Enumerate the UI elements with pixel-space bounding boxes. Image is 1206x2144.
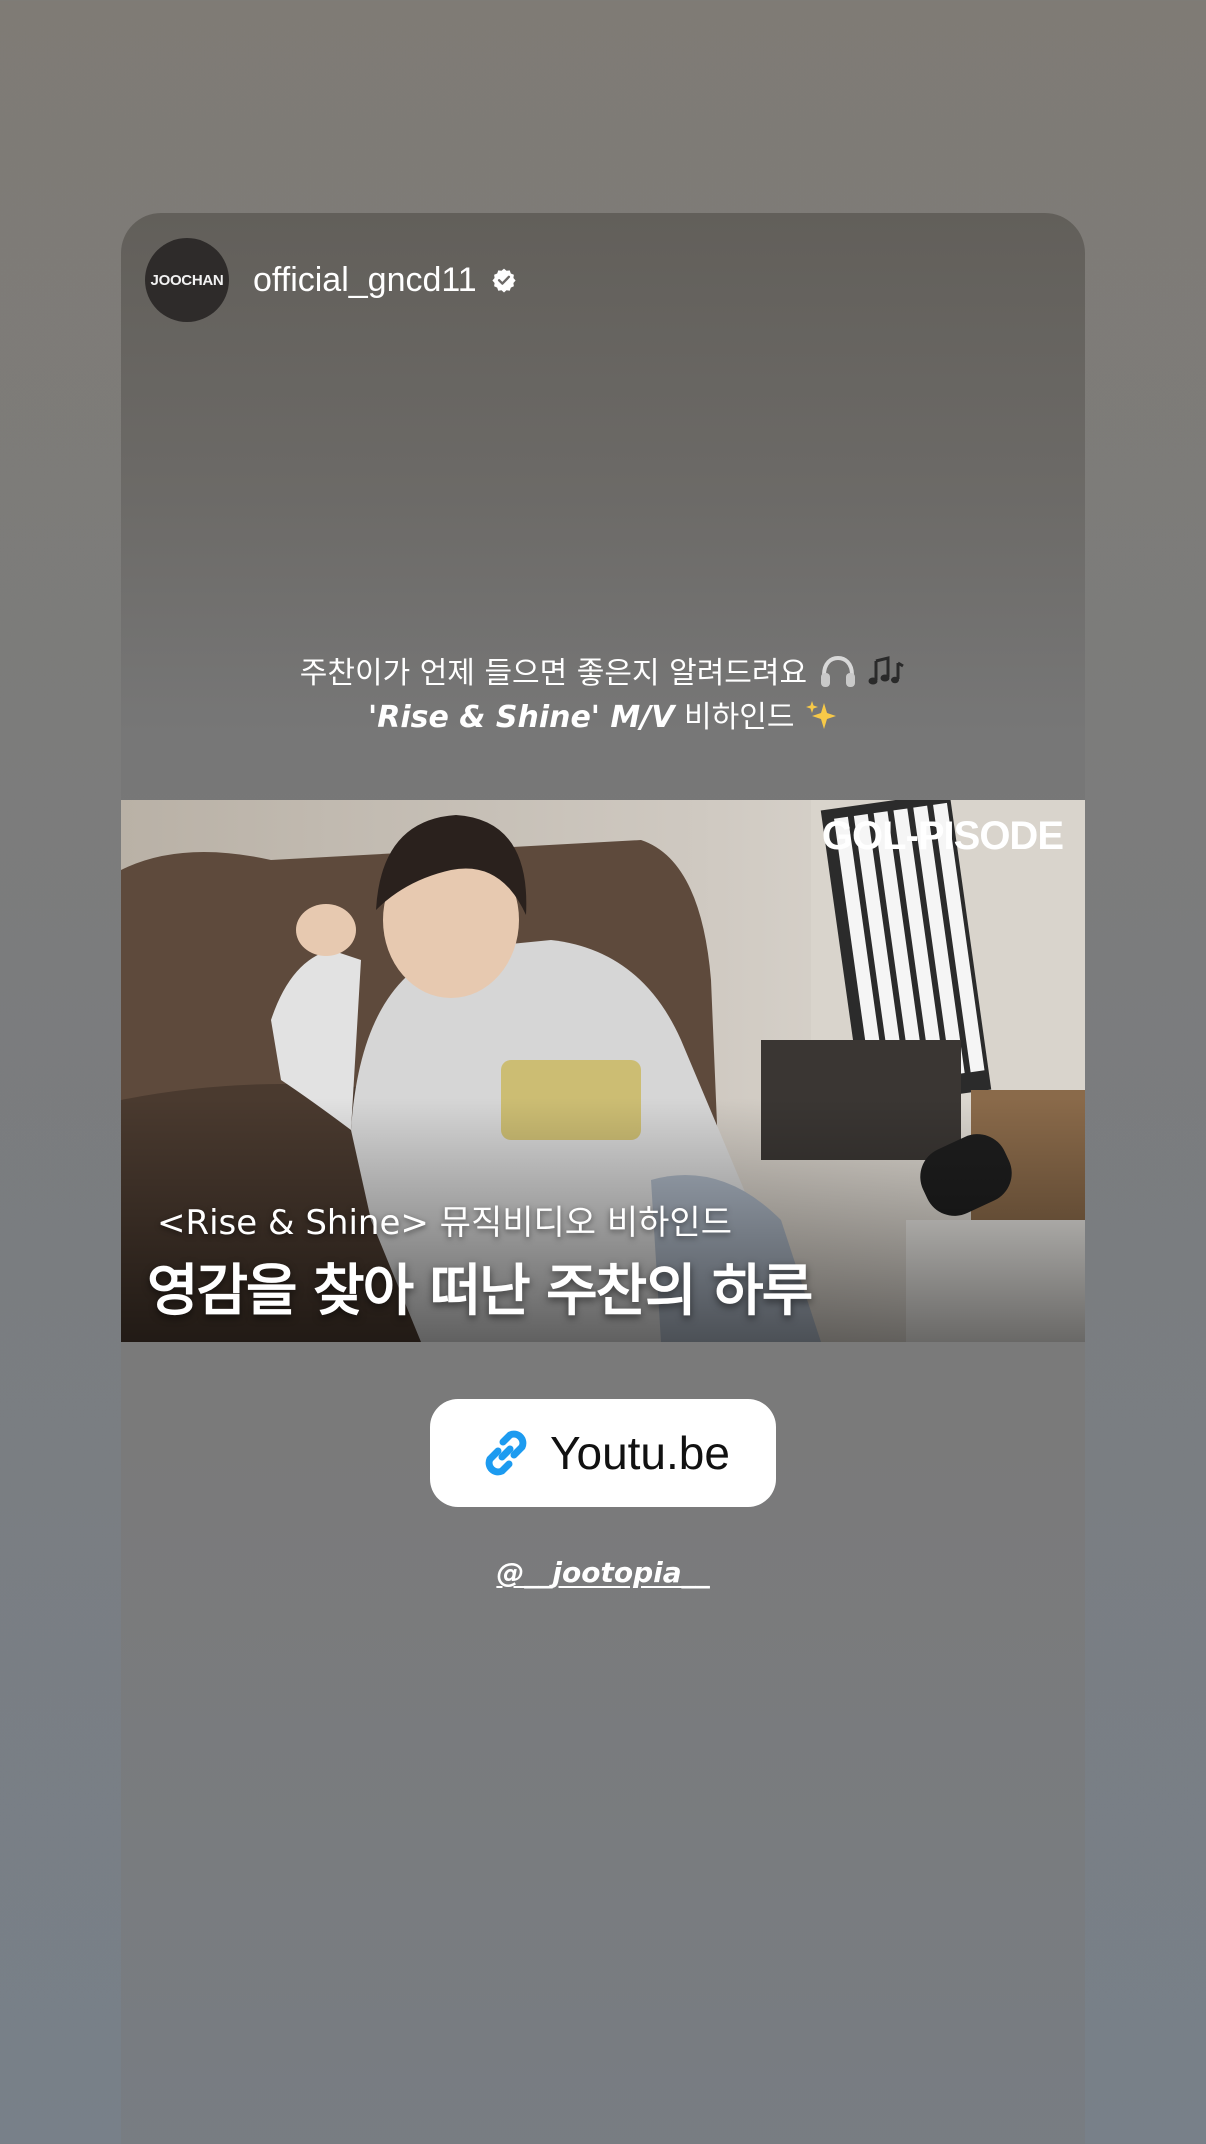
avatar-text: JOOCHAN bbox=[150, 271, 224, 289]
story-header: JOOCHAN official_gncd11 bbox=[145, 238, 517, 322]
thumbnail-subtitle: <Rise & Shine> 뮤직비디오 비하인드 bbox=[157, 1203, 732, 1243]
caption-line-2: 'Rise & Shine' M/V 비하인드 bbox=[121, 696, 1085, 740]
verified-badge-icon bbox=[492, 268, 516, 293]
link-sticker[interactable]: Youtu.be bbox=[430, 1399, 776, 1507]
brand-logo: GOL-PISODE bbox=[821, 814, 1064, 858]
username[interactable]: official_gncd11 bbox=[253, 261, 477, 300]
link-label: Youtu.be bbox=[550, 1427, 730, 1479]
caption-suffix: 비하인드 bbox=[684, 700, 795, 735]
thumbnail-headline: 영감을 찾아 떠난 주찬의 하루 bbox=[147, 1259, 813, 1324]
sparkles-emoji bbox=[805, 701, 836, 729]
mention-sticker[interactable]: @__jootopia__ bbox=[0, 1556, 1206, 1589]
music-notes-emoji bbox=[868, 656, 904, 685]
headphone-emoji bbox=[820, 655, 855, 687]
story-caption: 주찬이가 언제 들으면 좋은지 알려드려요 'Rise & Shine' M/V… bbox=[121, 652, 1085, 740]
link-icon bbox=[485, 1430, 527, 1476]
video-thumbnail[interactable]: GOL-PISODE <Rise & Shine> 뮤직비디오 비하인드 영감을… bbox=[121, 800, 1085, 1342]
caption-title: 'Rise & Shine' M/V bbox=[368, 700, 675, 735]
caption-line-1: 주찬이가 언제 들으면 좋은지 알려드려요 bbox=[121, 652, 1085, 696]
caption-line-1-text: 주찬이가 언제 들으면 좋은지 알려드려요 bbox=[299, 656, 808, 691]
avatar[interactable]: JOOCHAN bbox=[145, 238, 229, 322]
